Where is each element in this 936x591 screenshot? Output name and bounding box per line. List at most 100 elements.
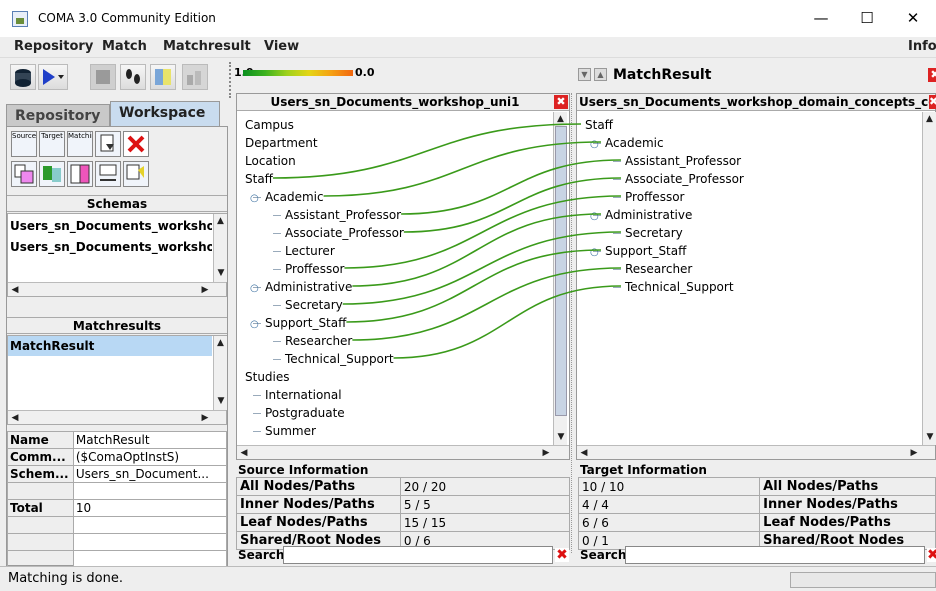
target-tree-node[interactable]: Secretary: [625, 224, 683, 242]
target-tree-node[interactable]: Academic: [605, 134, 664, 152]
schema-icon-button[interactable]: [10, 64, 36, 90]
scroll-up-icon[interactable]: ▲: [923, 112, 936, 126]
tree-button[interactable]: [182, 64, 208, 90]
scroll-up-icon[interactable]: ▲: [554, 112, 567, 126]
transform-button[interactable]: [39, 161, 65, 187]
scroll-up-icon[interactable]: ▲: [214, 336, 227, 350]
target-button[interactable]: Target: [39, 131, 65, 157]
target-tree-node[interactable]: Administrative: [605, 206, 692, 224]
source-tree-node[interactable]: Postgraduate: [265, 404, 345, 422]
delete-button[interactable]: [123, 131, 149, 157]
expand-handle-icon[interactable]: ○: [590, 139, 599, 150]
expand-handle-icon[interactable]: ○: [250, 319, 259, 330]
close-matchresult-icon[interactable]: ✖: [928, 68, 936, 82]
target-tree-node[interactable]: Researcher: [625, 260, 692, 278]
merge-schema-button[interactable]: [11, 161, 37, 187]
source-tree-node[interactable]: Administrative: [265, 278, 352, 296]
compose-button[interactable]: [123, 161, 149, 187]
schema-item[interactable]: Users_sn_Documents_workshop_uni1: [8, 216, 212, 236]
target-tree-node[interactable]: Proffessor: [625, 188, 684, 206]
matchresults-list[interactable]: MatchResult ▲ ▼ ◀ ▶: [7, 335, 227, 425]
source-vscroll[interactable]: ▲ ▼: [553, 112, 567, 445]
menu-info[interactable]: Info: [908, 39, 936, 54]
scroll-down-icon[interactable]: ▼: [214, 394, 228, 408]
source-tree-node[interactable]: Staff: [245, 170, 273, 188]
swap-button[interactable]: [95, 161, 121, 187]
schemas-list[interactable]: Users_sn_Documents_workshop_uni1 Users_s…: [7, 213, 227, 297]
source-tree-node[interactable]: Technical_Support: [285, 350, 394, 368]
source-hscroll[interactable]: ◀ ▶: [237, 445, 569, 459]
target-tree-node[interactable]: Assistant_Professor: [625, 152, 741, 170]
target-tree-node[interactable]: Staff: [585, 116, 613, 134]
matching-button[interactable]: Matching: [67, 131, 93, 157]
source-search-input[interactable]: [283, 546, 553, 564]
source-tree-node[interactable]: International: [265, 386, 342, 404]
maximize-button[interactable]: ☐: [844, 4, 890, 32]
menu-view[interactable]: View: [264, 39, 299, 54]
target-tree-node[interactable]: Technical_Support: [625, 278, 734, 296]
scroll-left-icon[interactable]: ◀: [577, 446, 591, 460]
clear-source-search-icon[interactable]: ✖: [555, 548, 569, 562]
menu-repository[interactable]: Repository: [14, 39, 93, 54]
import-button[interactable]: [95, 131, 121, 157]
scroll-left-icon[interactable]: ◀: [8, 283, 22, 297]
matchresult-item[interactable]: MatchResult: [8, 336, 212, 356]
scroll-down-icon[interactable]: ▼: [214, 266, 228, 280]
source-tree-node[interactable]: Proffessor: [285, 260, 344, 278]
scroll-left-icon[interactable]: ◀: [8, 411, 22, 425]
source-tree-node[interactable]: Studies: [245, 368, 290, 386]
source-tree-node[interactable]: Campus: [245, 116, 294, 134]
minimize-button[interactable]: —: [798, 4, 844, 32]
source-tree-node[interactable]: Lecturer: [285, 242, 335, 260]
expand-handle-icon[interactable]: ○: [590, 247, 599, 258]
schemas-vscroll[interactable]: ▲ ▼: [213, 214, 227, 282]
source-tree-node[interactable]: Associate_Professor: [285, 224, 404, 242]
run-match-button[interactable]: [38, 64, 68, 90]
scroll-down-icon[interactable]: ▼: [554, 430, 568, 444]
scroll-right-icon[interactable]: ▶: [907, 446, 921, 460]
matchresults-hscroll[interactable]: ◀ ▶: [8, 410, 226, 424]
source-tree-node[interactable]: Assistant_Professor: [285, 206, 401, 224]
target-vscroll[interactable]: ▲ ▼: [922, 112, 936, 445]
source-tree-node[interactable]: Researcher: [285, 332, 352, 350]
collapse-down-icon[interactable]: ▼: [578, 68, 591, 81]
target-tree-node[interactable]: Associate_Professor: [625, 170, 744, 188]
scroll-down-icon[interactable]: ▼: [923, 430, 936, 444]
scroll-up-icon[interactable]: ▲: [214, 214, 227, 228]
toolbar-grip[interactable]: [229, 62, 233, 98]
target-search-input[interactable]: [625, 546, 925, 564]
steps-button[interactable]: [120, 64, 146, 90]
scroll-thumb[interactable]: [555, 126, 567, 416]
scroll-right-icon[interactable]: ▶: [198, 283, 212, 297]
source-tree-node[interactable]: Secretary: [285, 296, 343, 314]
source-tree-node[interactable]: Support_Staff: [265, 314, 346, 332]
close-button[interactable]: ✕: [890, 4, 936, 32]
diff-button[interactable]: [67, 161, 93, 187]
scroll-left-icon[interactable]: ◀: [237, 446, 251, 460]
scroll-right-icon[interactable]: ▶: [539, 446, 553, 460]
menu-matchresult[interactable]: Matchresult: [163, 39, 251, 54]
pane-splitter[interactable]: [571, 93, 575, 553]
schema-item[interactable]: Users_sn_Documents_workshop_domain_conce…: [8, 237, 212, 257]
source-tree-node[interactable]: Department: [245, 134, 318, 152]
scroll-right-icon[interactable]: ▶: [198, 411, 212, 425]
source-button[interactable]: Source: [11, 131, 37, 157]
expand-handle-icon[interactable]: ○: [250, 283, 259, 294]
source-tree-node[interactable]: Location: [245, 152, 296, 170]
expand-handle-icon[interactable]: ○: [590, 211, 599, 222]
stop-button[interactable]: [90, 64, 116, 90]
tab-repository[interactable]: Repository: [6, 104, 110, 126]
schemas-hscroll[interactable]: ◀ ▶: [8, 282, 226, 296]
source-tree-node[interactable]: Summer: [265, 422, 316, 440]
source-tree-node[interactable]: Academic: [265, 188, 324, 206]
menu-match[interactable]: Match: [102, 39, 147, 54]
expand-handle-icon[interactable]: ○: [250, 193, 259, 204]
matchresults-vscroll[interactable]: ▲ ▼: [213, 336, 227, 410]
target-hscroll[interactable]: ◀ ▶: [577, 445, 935, 459]
tab-workspace[interactable]: Workspace: [110, 101, 220, 126]
close-target-icon[interactable]: ✖: [929, 95, 936, 109]
compare-button[interactable]: [150, 64, 176, 90]
collapse-up-icon[interactable]: ▲: [594, 68, 607, 81]
target-tree-node[interactable]: Support_Staff: [605, 242, 686, 260]
clear-target-search-icon[interactable]: ✖: [927, 548, 936, 562]
